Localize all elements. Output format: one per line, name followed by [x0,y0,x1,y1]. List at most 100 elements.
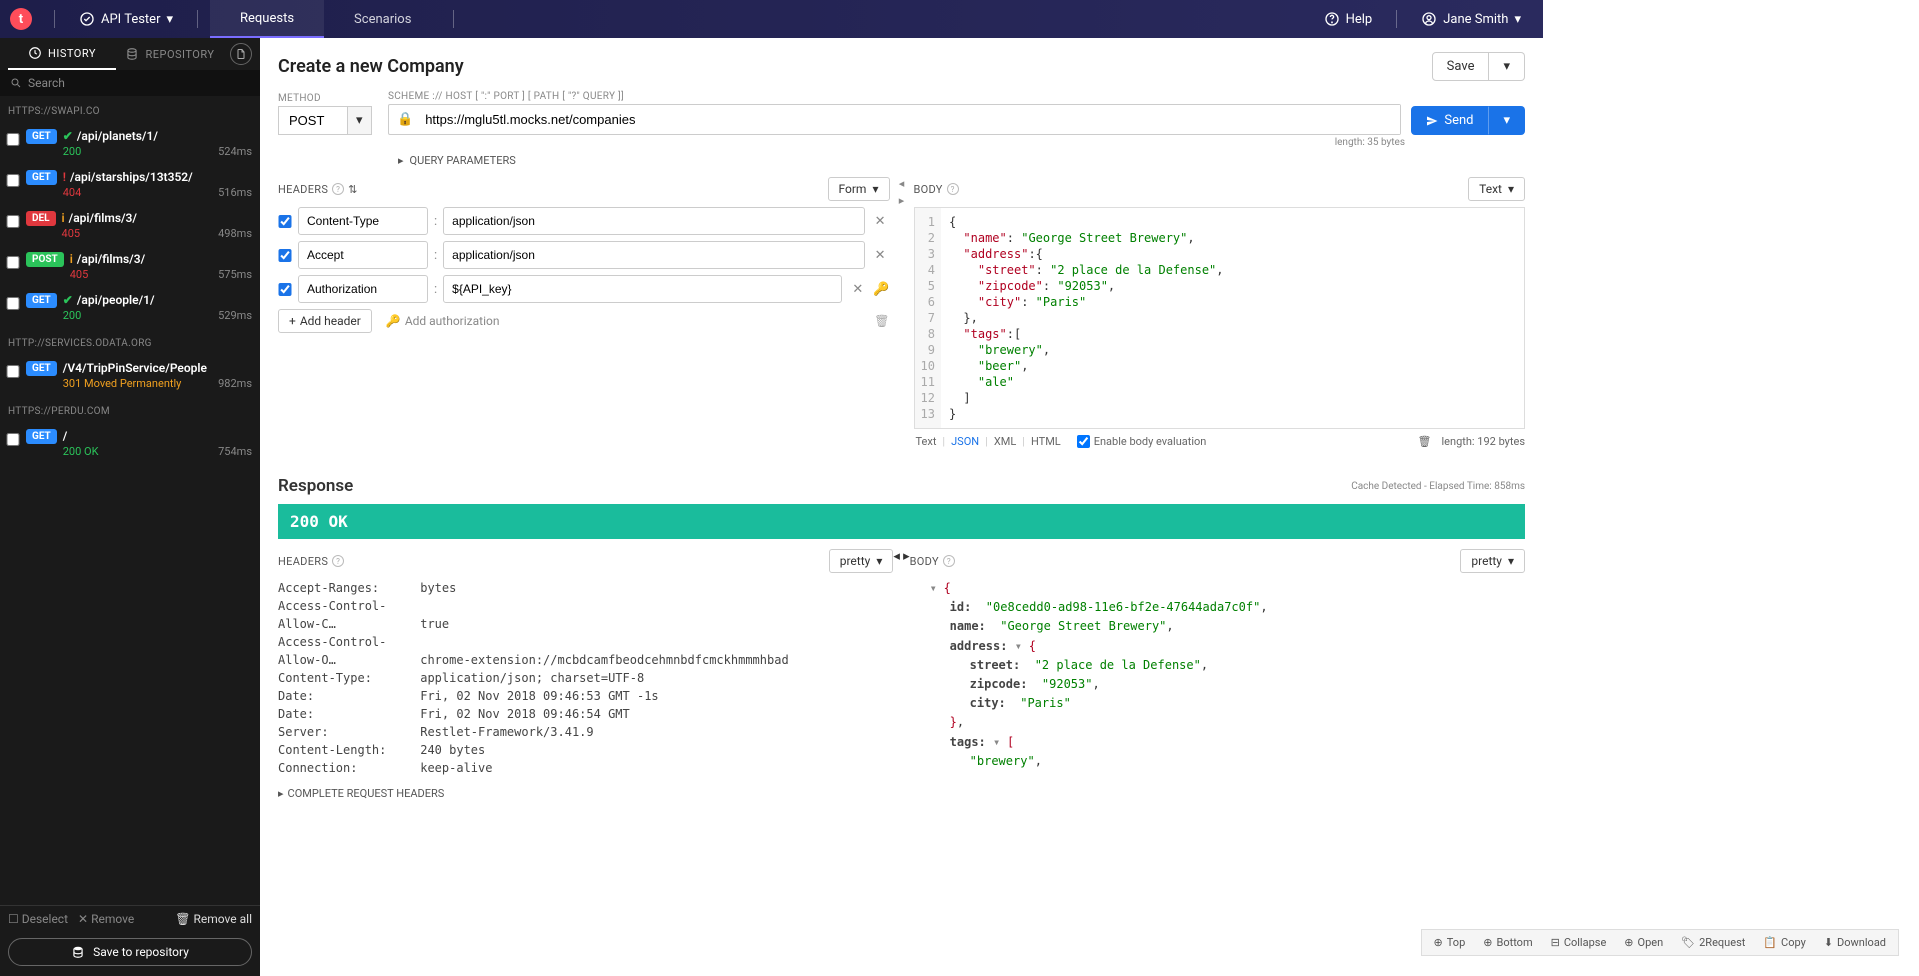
response-header-row: Accept-Ranges: bytes [278,579,893,597]
history-item-checkbox[interactable] [6,133,20,146]
help-link[interactable]: Help [1312,0,1385,38]
response-header-row: Content-Type: application/json; charset=… [278,669,893,687]
history-item[interactable]: POST i /api/films/3/ 405 575ms [0,246,260,287]
history-item[interactable]: GET ✔ /api/people/1/ 200 529ms [0,287,260,328]
header-enabled-checkbox[interactable] [278,249,292,262]
lock-icon: 🔒 [389,112,421,127]
trash-icon[interactable]: 🗑 [874,314,889,328]
history-item-checkbox[interactable] [6,297,20,310]
add-authorization-button[interactable]: 🔑 Add authorization [386,314,500,328]
sort-icon[interactable]: ⇅ [348,183,358,196]
header-enabled-checkbox[interactable] [278,215,292,228]
headers-mode-dropdown[interactable]: Form ▾ [828,177,890,201]
deselect-button[interactable]: ☐ Deselect [8,912,68,926]
header-key-input[interactable] [298,241,428,269]
help-icon[interactable]: ? [947,183,959,195]
app-logo[interactable]: t [10,8,32,30]
body-mode-xml[interactable]: XML [992,435,1018,448]
toolbar-collapse[interactable]: ⊟ Collapse [1545,934,1613,951]
header-value-input[interactable] [443,275,842,303]
help-icon[interactable]: ? [943,555,955,567]
tab-requests[interactable]: Requests [210,0,324,38]
headers-label: HEADERS ? ⇅ [278,183,358,196]
body-mode-text[interactable]: Text [914,435,939,448]
variable-icon[interactable]: 🔑 [873,282,889,297]
header-value-input[interactable] [443,207,864,235]
query-parameters-toggle[interactable]: ▸ QUERY PARAMETERS [398,154,1525,167]
search-input[interactable]: Search [0,70,260,96]
history-item[interactable]: GET ✔ /api/planets/1/ 200 524ms [0,123,260,164]
user-menu[interactable]: Jane Smith ▾ [1409,0,1533,38]
add-header-button[interactable]: + Add header [278,309,372,333]
trash-icon[interactable]: 🗑 [1418,435,1432,448]
body-mode-html[interactable]: HTML [1029,435,1063,448]
response-json-tree[interactable]: ▾{ id: "0e8cedd0-ad98-11e6-bf2e-47644ada… [910,579,1525,771]
history-icon [28,46,42,60]
delete-header-icon[interactable]: ✕ [871,248,890,263]
body-label: BODY ? [914,183,959,196]
remove-all-button[interactable]: 🗑 Remove all [175,912,252,926]
delete-header-icon[interactable]: ✕ [848,282,867,297]
method-select[interactable] [278,106,348,135]
help-icon[interactable]: ? [332,555,344,567]
body-mode-json[interactable]: JSON [949,435,981,448]
delete-header-icon[interactable]: ✕ [871,214,890,229]
sidebar-tab-repository[interactable]: REPOSITORY [116,38,224,70]
response-header-row: Access-Control-Allow-C… true [278,597,893,633]
history-item-checkbox[interactable] [6,256,20,269]
header-enabled-checkbox[interactable] [278,283,292,296]
history-item[interactable]: DEL i /api/films/3/ 405 498ms [0,205,260,246]
header-value-input[interactable] [443,241,864,269]
save-dropdown[interactable]: ▾ [1489,52,1525,81]
response-headers-mode-dropdown[interactable]: pretty ▾ [829,549,894,573]
history-item[interactable]: GET ! /api/starships/13t352/ 404 516ms [0,164,260,205]
sidebar: HISTORY REPOSITORY Search HTTPS://SWAPI.… [0,38,260,976]
method-badge: POST [26,252,64,267]
content: Create a new Company Save ▾ METHOD ▾ [260,38,1543,976]
body-editor[interactable]: 12345678910111213 { "name": "George Stre… [914,207,1526,429]
file-icon [235,48,247,60]
method-dropdown[interactable]: ▾ [348,106,372,135]
response-body-mode-dropdown[interactable]: pretty ▾ [1460,549,1525,573]
body-length: length: 192 bytes [1441,435,1525,448]
collapse-left-icon[interactable]: ◂ [893,549,900,564]
toolbar-copy[interactable]: 📋 Copy [1757,934,1811,951]
history-group-title: HTTP://SERVICES.ODATA.ORG [0,328,260,355]
app-switcher[interactable]: API Tester ▾ [67,0,185,38]
method-badge: GET [26,361,57,376]
sidebar-tab-history[interactable]: HISTORY [8,38,116,70]
response-headers-label: HEADERS ? [278,555,344,568]
collapse-right-icon[interactable]: ▸ [899,194,905,207]
header-key-input[interactable] [298,275,428,303]
history-item-checkbox[interactable] [6,174,20,187]
check-circle-icon [79,11,95,27]
complete-request-headers-toggle[interactable]: ▸ COMPLETE REQUEST HEADERS [278,787,893,800]
help-icon[interactable]: ? [332,183,344,195]
remove-button[interactable]: ✕ Remove [78,912,134,926]
save-to-repository-button[interactable]: Save to repository [8,938,252,966]
collapse-left-icon[interactable]: ◂ [899,177,905,190]
history-item[interactable]: GET / 200 OK 754ms [0,423,260,464]
send-dropdown[interactable]: ▾ [1488,106,1525,135]
new-request-button[interactable] [230,43,252,65]
response-toolbar: ⊕ Top ⊕ Bottom ⊟ Collapse ⊕ Open 🏷 2Requ… [1421,929,1899,956]
toolbar-download[interactable]: ⬇ Download [1818,934,1892,951]
toolbar-top[interactable]: ⊕ Top [1428,934,1472,951]
method-badge: DEL [26,211,56,226]
save-button[interactable]: Save [1432,52,1490,81]
header-key-input[interactable] [298,207,428,235]
history-item-checkbox[interactable] [6,365,20,378]
history-item[interactable]: GET /V4/TripPinService/People 301 Moved … [0,355,260,396]
history-item-checkbox[interactable] [6,215,20,228]
enable-body-evaluation[interactable]: Enable body evaluation [1077,435,1207,448]
history-item-checkbox[interactable] [6,433,20,446]
send-button[interactable]: Send [1411,106,1488,135]
tab-scenarios[interactable]: Scenarios [324,0,441,38]
toolbar-2request[interactable]: 🏷 2Request [1675,934,1751,951]
url-length: length: 35 bytes [278,137,1405,148]
body-mode-dropdown[interactable]: Text ▾ [1468,177,1525,201]
url-input[interactable] [421,105,1400,134]
help-icon [1324,11,1340,27]
toolbar-open[interactable]: ⊕ Open [1618,934,1669,951]
toolbar-bottom[interactable]: ⊕ Bottom [1477,934,1538,951]
